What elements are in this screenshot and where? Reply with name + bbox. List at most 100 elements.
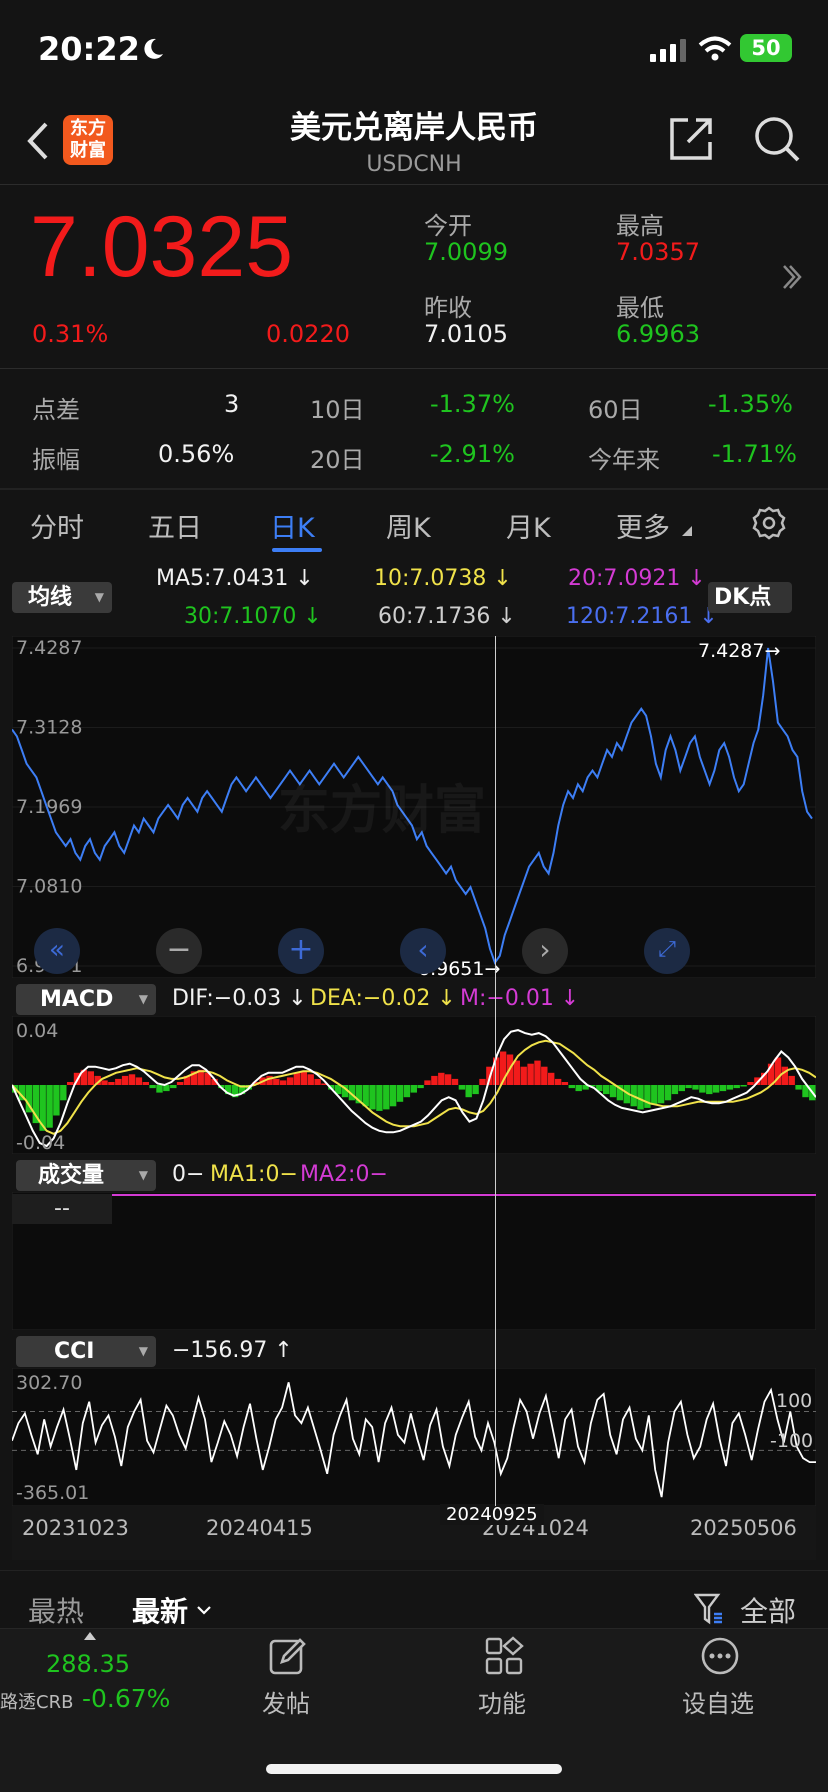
ma60-value: 60:7.1736 ↓ — [378, 604, 516, 629]
ma20-value: 20:7.0921 ↓ — [568, 566, 706, 591]
volume-chart[interactable] — [12, 1192, 816, 1330]
ma5-text: MA5:7.0431 — [156, 566, 289, 591]
filter-icon[interactable] — [694, 1592, 724, 1626]
ma5-value: MA5:7.0431 ↓ — [156, 566, 314, 591]
cci-ref-low: -100 — [770, 1430, 814, 1452]
tab-more[interactable]: 更多 — [616, 506, 670, 545]
crosshair-date: 20240925 — [440, 1504, 544, 1525]
tab-daily-k[interactable]: 日K — [270, 506, 315, 545]
cci-background — [12, 1368, 816, 1506]
cci-caret-icon: ▼ — [138, 1344, 148, 1358]
d20-value: -2.91% — [430, 440, 515, 468]
macd-bar — [273, 1078, 280, 1085]
macd-select[interactable]: MACD ▼ — [16, 984, 156, 1015]
chevron-right-icon[interactable] — [780, 262, 804, 292]
cci-chart[interactable] — [12, 1368, 816, 1506]
macd-bar — [788, 1075, 795, 1085]
ma60-text: 60:7.1736 — [378, 604, 491, 629]
zoom-out-button[interactable]: − — [156, 928, 202, 974]
macd-dif: DIF:−0.03 ↓ — [172, 986, 307, 1011]
ticker-change[interactable]: -0.67% — [82, 1684, 170, 1713]
volume-select-label: 成交量 — [38, 1163, 105, 1188]
search-icon[interactable] — [752, 114, 802, 164]
price-tick-label: 7.3128 — [16, 717, 82, 739]
macd-bar — [520, 1066, 527, 1085]
tab-intraday[interactable]: 分时 — [30, 506, 84, 545]
zoom-in-button[interactable]: + — [278, 928, 324, 974]
share-icon[interactable] — [668, 116, 714, 162]
cci-ref-high: 100 — [776, 1390, 813, 1412]
macd-bar — [403, 1085, 411, 1098]
volume-caret-icon: ▼ — [138, 1168, 148, 1182]
fullscreen-button[interactable]: ⤢ — [644, 928, 690, 974]
macd-bar — [60, 1085, 67, 1101]
settings-gear-icon[interactable] — [752, 506, 786, 540]
macd-bar — [609, 1085, 617, 1098]
macd-bar — [396, 1085, 404, 1102]
volume-ma1: MA1:0− — [210, 1162, 298, 1187]
macd-bar — [472, 1085, 479, 1095]
open-label: 今开 — [424, 212, 472, 240]
ma20-text: 20:7.0921 — [568, 566, 681, 591]
macd-bar — [410, 1085, 417, 1093]
nav-watchlist[interactable]: 设自选 — [682, 1684, 754, 1719]
cci-axis-top: 302.70 — [16, 1372, 83, 1394]
ticker-name[interactable]: 路透CRB — [0, 1688, 73, 1714]
macd-bar — [513, 1060, 520, 1085]
tab-weekly-k[interactable]: 周K — [386, 506, 431, 545]
volume-select[interactable]: 成交量 ▼ — [16, 1160, 156, 1191]
macd-bar — [657, 1085, 665, 1104]
minus-icon: − — [166, 932, 192, 967]
more-dots-icon[interactable] — [700, 1636, 740, 1676]
watermark-logo: 东方财富 — [278, 768, 486, 843]
d10-value: -1.37% — [430, 390, 515, 418]
double-chevron-left-icon: « — [49, 935, 65, 965]
macd-bar — [451, 1078, 459, 1085]
scroll-left-button[interactable]: ‹ — [400, 928, 446, 974]
scroll-right-button[interactable]: › — [522, 928, 568, 974]
tab-five-day[interactable]: 五日 — [148, 506, 202, 545]
macd-bar — [280, 1080, 287, 1085]
macd-bar — [108, 1082, 115, 1085]
home-indicator — [266, 1764, 562, 1774]
macd-bar — [389, 1085, 397, 1107]
macd-bar — [637, 1085, 644, 1110]
macd-bar — [383, 1085, 390, 1110]
d60-label: 60日 — [588, 396, 643, 424]
macd-bar — [53, 1085, 60, 1116]
cci-select[interactable]: CCI ▼ — [16, 1336, 156, 1367]
macd-bar — [603, 1085, 610, 1095]
caret-up-icon — [84, 1632, 96, 1640]
ytd-label: 今年来 — [588, 446, 660, 474]
ma10-value: 10:7.0738 ↓ — [374, 566, 512, 591]
stats-divider — [0, 488, 828, 490]
macd-dif-text: DIF:−0.03 — [172, 986, 282, 1011]
post-edit-icon[interactable] — [268, 1636, 308, 1676]
ma-select[interactable]: 均线 ▼ — [12, 582, 112, 613]
macd-m-text: M:−0.01 — [460, 986, 554, 1011]
scroll-left-fast-button[interactable]: « — [34, 928, 80, 974]
features-grid-icon[interactable] — [484, 1636, 524, 1676]
macd-bar — [692, 1085, 699, 1090]
filter-all[interactable]: 全部 — [740, 1590, 796, 1630]
ticker-value[interactable]: 288.35 — [46, 1650, 130, 1678]
macd-chart[interactable] — [12, 1016, 816, 1154]
plus-icon: + — [288, 932, 314, 967]
tab-monthly-k[interactable]: 月K — [506, 506, 551, 545]
max-annotation: 7.4287→ — [698, 640, 781, 662]
macd-bar — [128, 1074, 136, 1085]
macd-bar — [300, 1071, 307, 1085]
volume-value: 0− — [172, 1162, 205, 1187]
macd-bar — [740, 1085, 747, 1087]
macd-bar — [444, 1074, 452, 1085]
nav-features[interactable]: 功能 — [478, 1684, 526, 1719]
nav-post[interactable]: 发帖 — [262, 1684, 310, 1719]
macd-bar — [527, 1063, 534, 1085]
tab-hot[interactable]: 最热 — [28, 1590, 84, 1630]
dk-point-button[interactable]: DK点 — [708, 582, 792, 613]
d20-label: 20日 — [310, 446, 365, 474]
macd-bar — [170, 1085, 177, 1089]
macd-bar — [671, 1085, 679, 1095]
tab-latest[interactable]: 最新 — [132, 1590, 188, 1630]
amplitude-label: 振幅 — [32, 446, 80, 474]
